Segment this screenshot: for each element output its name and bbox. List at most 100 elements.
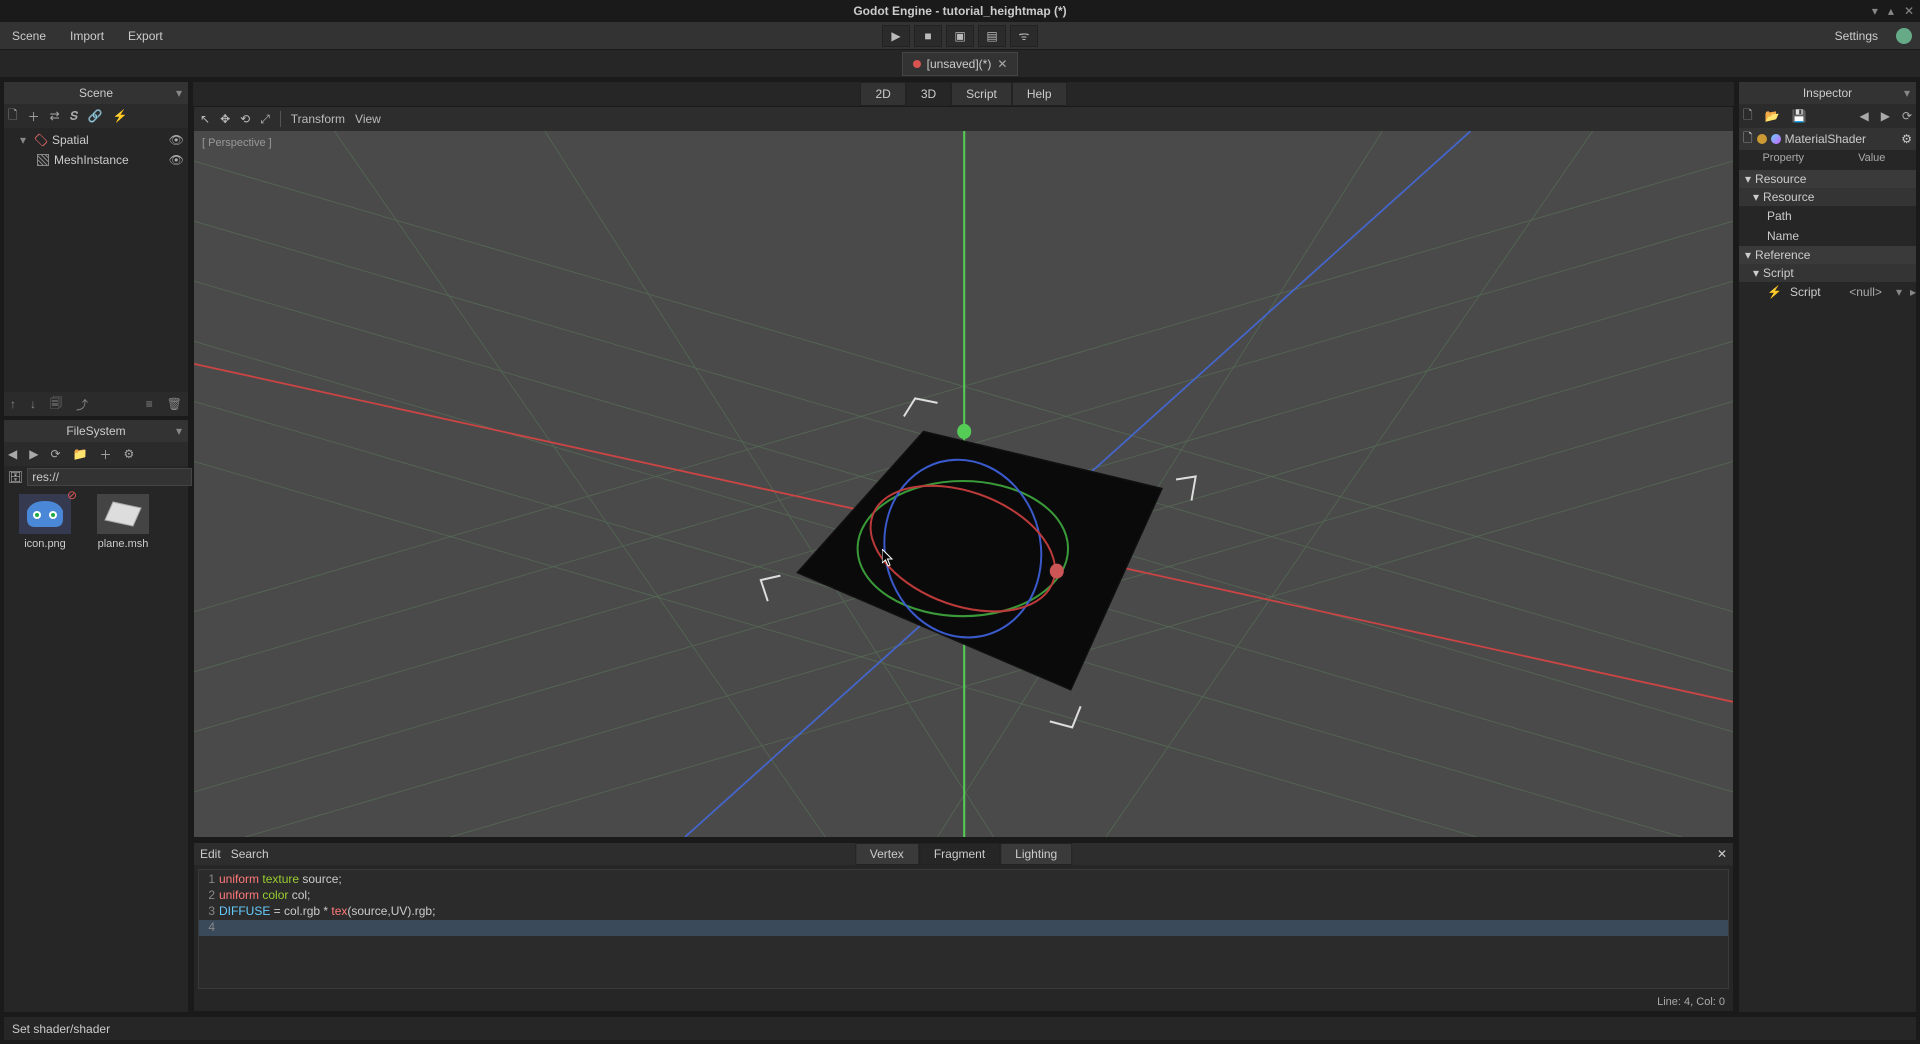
perspective-label[interactable]: [ Perspective ] xyxy=(202,137,272,149)
settings-gear-icon[interactable]: ⚙ xyxy=(124,447,135,461)
duplicate-icon[interactable]: 🗐 xyxy=(50,394,62,415)
section-resource-sub[interactable]: ▾Resource xyxy=(1739,188,1916,206)
minimize-icon[interactable]: ▾ xyxy=(1872,4,1878,18)
inspector-toolbar: 🗋 📂 💾 ◀ ▶ ⟳ xyxy=(1739,104,1916,128)
file-item-plane-msh[interactable]: plane.msh xyxy=(88,494,158,550)
mesh-icon xyxy=(36,153,50,167)
history-back-icon[interactable]: ◀ xyxy=(1859,109,1868,123)
close-panel-icon[interactable]: ✕ xyxy=(1717,847,1727,861)
filesystem-path-row: 🗄 ≣ xyxy=(4,466,188,488)
3d-viewport[interactable]: [ Perspective ] xyxy=(194,131,1733,837)
shader-tab-fragment[interactable]: Fragment xyxy=(919,843,1000,865)
open-resource-icon[interactable]: 📂 xyxy=(1765,109,1780,123)
shader-ball-icon xyxy=(1771,134,1781,144)
unsaved-dot-icon xyxy=(913,60,921,68)
tab-help[interactable]: Help xyxy=(1012,82,1067,106)
move-tool-icon[interactable]: ✥ xyxy=(220,112,230,126)
history-icon[interactable]: ⟳ xyxy=(1902,109,1912,123)
tree-node-meshinstance[interactable]: MeshInstance 👁 xyxy=(8,150,184,170)
shader-tab-vertex[interactable]: Vertex xyxy=(855,843,919,865)
nav-fwd-icon[interactable]: ▶ xyxy=(29,447,38,461)
chevron-down-icon[interactable]: ▾ xyxy=(176,424,182,438)
scene-tab-unsaved[interactable]: [unsaved](*) ✕ xyxy=(902,52,1019,76)
settings-button[interactable]: Settings xyxy=(1825,25,1888,47)
maximize-icon[interactable]: ▴ xyxy=(1888,4,1894,18)
view-menu[interactable]: View xyxy=(355,112,381,126)
debug-button[interactable]: ᯤ xyxy=(1010,25,1038,47)
prop-path[interactable]: Path xyxy=(1739,206,1916,226)
shader-edit-menu[interactable]: Edit xyxy=(200,847,221,861)
tab-3d[interactable]: 3D xyxy=(906,82,951,106)
file-thumb xyxy=(97,494,149,534)
section-script[interactable]: ▾Script xyxy=(1739,264,1916,282)
tree-toggle-icon[interactable]: 🗄 xyxy=(8,470,23,484)
play-scene-button[interactable]: ▣ xyxy=(946,25,974,47)
move-down-icon[interactable]: ↓ xyxy=(30,397,36,411)
inspector-tree[interactable]: ▾Resource ▾Resource Path Name ▾Reference… xyxy=(1739,168,1916,1012)
collapse-icon: ▾ xyxy=(1745,172,1751,186)
menu-export[interactable]: Export xyxy=(116,25,175,47)
reparent-icon[interactable]: ⤴ xyxy=(76,396,88,413)
file-item-icon-png[interactable]: ⊘ icon.png xyxy=(10,494,80,550)
rotate-tool-icon[interactable]: ⟲ xyxy=(240,112,250,126)
filesystem-header[interactable]: FileSystem ▾ xyxy=(4,420,188,442)
new-node-icon[interactable]: 🗋 xyxy=(8,106,18,127)
chevron-down-icon[interactable]: ▾ xyxy=(176,86,182,100)
refresh-icon[interactable]: ⟳ xyxy=(50,447,60,461)
chevron-right-icon[interactable]: ▸ xyxy=(1910,285,1916,299)
prop-name[interactable]: Name xyxy=(1739,226,1916,246)
select-tool-icon[interactable]: ↖ xyxy=(200,112,210,126)
node-label: MeshInstance xyxy=(54,153,129,167)
scene-panel-header[interactable]: Scene ▾ xyxy=(4,82,188,104)
close-tab-icon[interactable]: ✕ xyxy=(997,57,1007,71)
new-resource-icon[interactable]: 🗋 xyxy=(1743,106,1753,127)
scale-tool-icon[interactable]: ⤢ xyxy=(260,112,270,127)
close-window-icon[interactable]: ✕ xyxy=(1904,4,1914,18)
shader-toolbar: Edit Search Vertex Fragment Lighting ✕ xyxy=(194,843,1733,865)
tab-2d[interactable]: 2D xyxy=(860,82,905,106)
signal-icon[interactable]: ⚡ xyxy=(113,109,128,123)
script-icon[interactable]: 𝑺 xyxy=(70,109,78,124)
prop-script[interactable]: ⚡ Script <null> ▾ ▸ xyxy=(1739,282,1916,302)
inspector-object-row[interactable]: 🗋 MaterialShader ⚙ xyxy=(1739,128,1916,150)
play-custom-button[interactable]: ▤ xyxy=(978,25,1006,47)
shader-tab-lighting[interactable]: Lighting xyxy=(1000,843,1072,865)
link-icon[interactable]: 🔗 xyxy=(88,109,103,123)
menu-import[interactable]: Import xyxy=(58,25,116,47)
path-input[interactable] xyxy=(27,468,192,486)
history-fwd-icon[interactable]: ▶ xyxy=(1881,109,1890,123)
nav-back-icon[interactable]: ◀ xyxy=(8,447,17,461)
tab-script[interactable]: Script xyxy=(951,82,1012,106)
scene-tree[interactable]: ▾ Spatial 👁 MeshInstance 👁 xyxy=(4,128,188,392)
chevron-down-icon[interactable]: ▾ xyxy=(1896,285,1902,299)
save-resource-icon[interactable]: 💾 xyxy=(1792,109,1807,123)
move-up-icon[interactable]: ↑ xyxy=(10,397,16,411)
tree-node-spatial[interactable]: ▾ Spatial 👁 xyxy=(8,130,184,150)
transform-menu[interactable]: Transform xyxy=(291,112,345,126)
section-reference[interactable]: ▾Reference xyxy=(1739,246,1916,264)
multi-edit-icon[interactable]: ≡ xyxy=(146,397,153,411)
menu-scene[interactable]: Scene xyxy=(0,25,58,47)
inspector-header[interactable]: Inspector ▾ xyxy=(1739,82,1916,104)
stop-button[interactable]: ■ xyxy=(914,25,942,47)
status-text: Set shader/shader xyxy=(12,1022,110,1036)
inspector-title: Inspector xyxy=(1803,86,1852,100)
collapse-icon[interactable]: ▾ xyxy=(20,133,30,147)
settings-icon[interactable] xyxy=(1896,28,1912,44)
play-button[interactable]: ▶ xyxy=(882,25,910,47)
add-file-icon[interactable]: ＋ xyxy=(99,446,111,463)
section-resource[interactable]: ▾Resource xyxy=(1739,170,1916,188)
code-editor[interactable]: 1uniform texture source; 2uniform color … xyxy=(198,869,1729,989)
instance-icon[interactable]: ⇄ xyxy=(50,109,60,123)
folder-icon[interactable]: 📁 xyxy=(73,447,88,461)
object-options-icon[interactable]: ⚙ xyxy=(1901,132,1912,146)
filesystem-grid[interactable]: ⊘ icon.png plane.msh xyxy=(4,488,188,1012)
shader-search-menu[interactable]: Search xyxy=(231,847,269,861)
delete-icon[interactable]: 🗑 xyxy=(167,397,182,411)
filesystem-panel: FileSystem ▾ ◀ ▶ ⟳ 📁 ＋ ⚙ 🗄 ≣ ⊘ xyxy=(4,416,188,1012)
visibility-icon[interactable]: 👁 xyxy=(169,153,184,167)
add-node-icon[interactable]: ＋ xyxy=(28,108,40,125)
script-value[interactable]: <null> xyxy=(1849,285,1888,299)
visibility-icon[interactable]: 👁 xyxy=(169,133,184,147)
chevron-down-icon[interactable]: ▾ xyxy=(1904,86,1910,100)
